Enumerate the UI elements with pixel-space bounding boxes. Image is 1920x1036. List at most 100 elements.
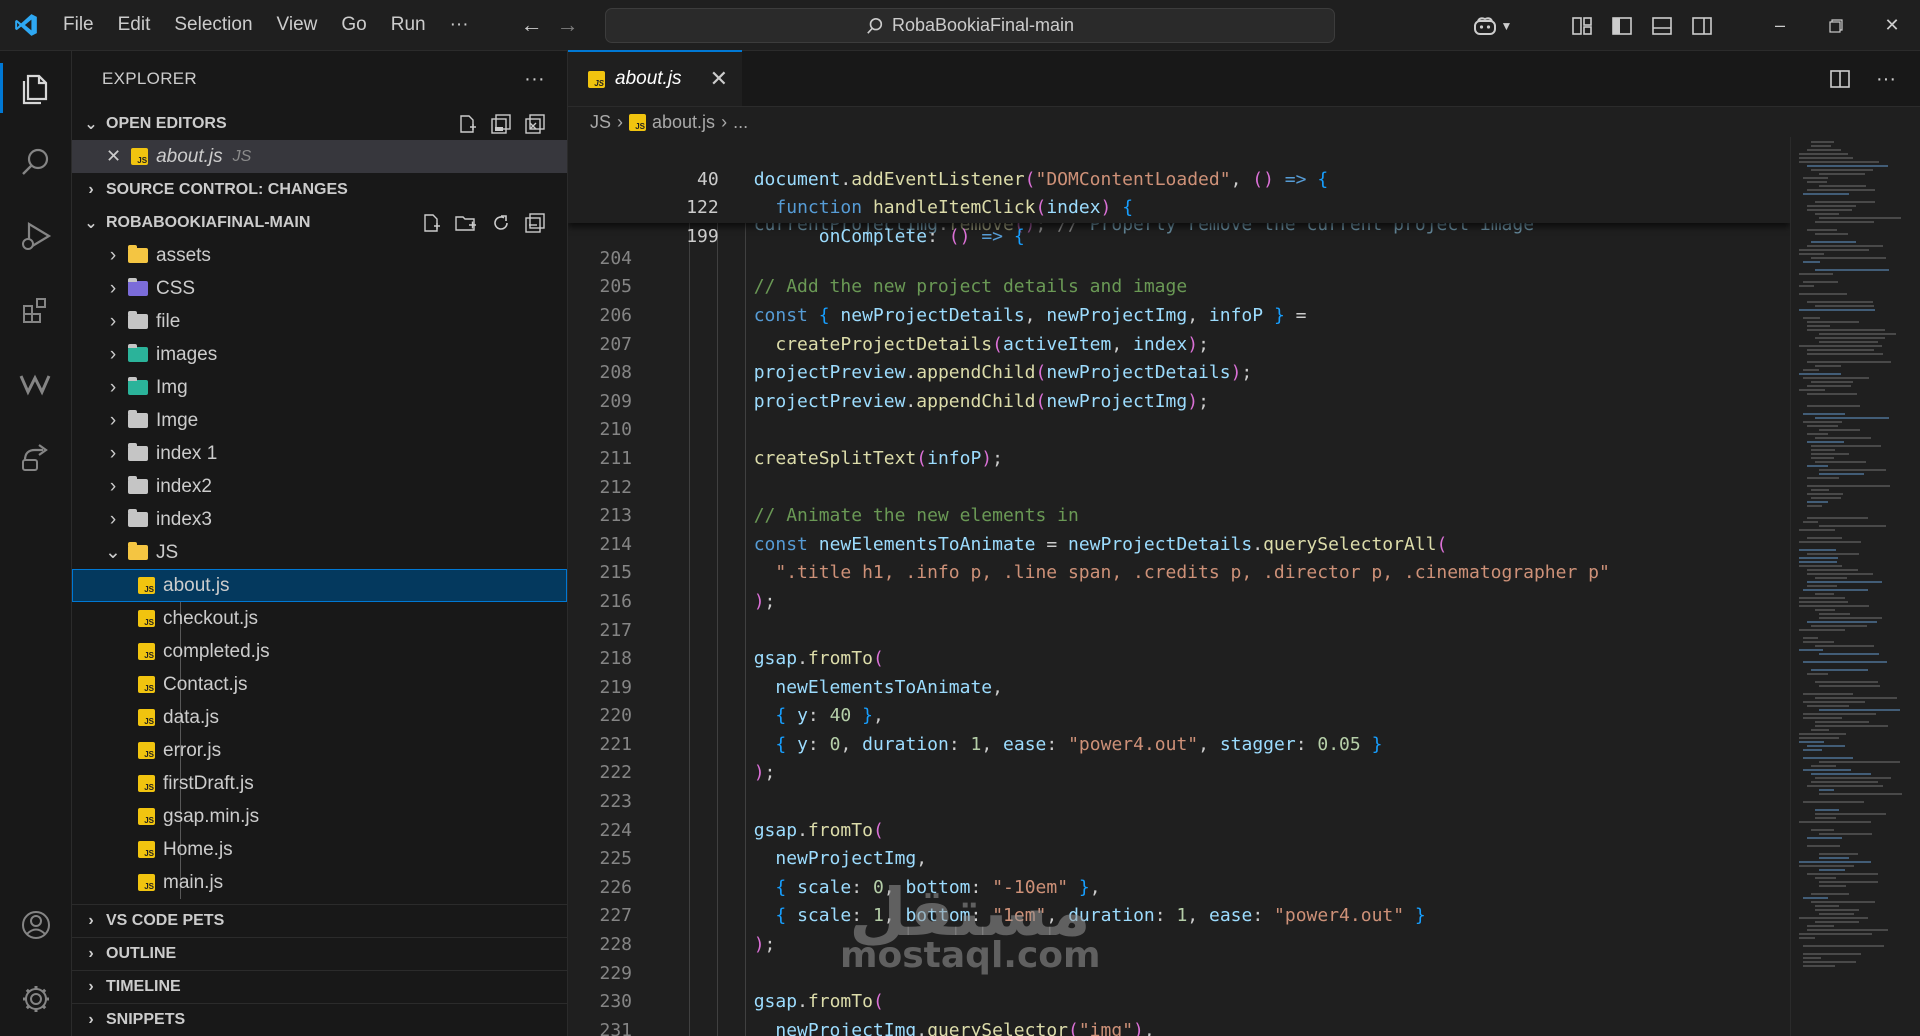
open-editor-item[interactable]: ✕ about.js JS bbox=[72, 140, 567, 173]
folder-file[interactable]: › file bbox=[72, 305, 567, 338]
code-line[interactable]: 231 newProjectImg.querySelector("img"), bbox=[568, 1017, 1790, 1036]
toggle-secondary-sidebar-icon[interactable] bbox=[1682, 0, 1722, 51]
new-untitled-file-icon[interactable] bbox=[457, 114, 477, 134]
menu-edit[interactable]: Edit bbox=[106, 8, 163, 42]
more-actions-icon[interactable]: ··· bbox=[1876, 68, 1896, 91]
outline-section[interactable]: › OUTLINE bbox=[72, 937, 567, 970]
file-completed-js[interactable]: completed.js bbox=[72, 635, 567, 668]
file-error-js[interactable]: error.js bbox=[72, 734, 567, 767]
code-line[interactable]: 214 const newElementsToAnimate = newProj… bbox=[568, 531, 1790, 560]
menu-go[interactable]: Go bbox=[329, 8, 378, 42]
split-editor-icon[interactable] bbox=[1830, 70, 1850, 88]
refresh-icon[interactable] bbox=[491, 213, 511, 233]
code-line[interactable]: 211 createSplitText(infoP); bbox=[568, 445, 1790, 474]
sticky-line[interactable]: 199 onComplete: () => { bbox=[568, 194, 1790, 247]
vertical-scrollbar[interactable] bbox=[1906, 137, 1920, 1036]
manage-gear-icon[interactable] bbox=[0, 962, 72, 1036]
code-line[interactable]: 229 bbox=[568, 960, 1790, 989]
collapse-all-icon[interactable] bbox=[525, 212, 545, 233]
folder-js[interactable]: ⌄ JS bbox=[72, 536, 567, 569]
code-line[interactable]: 213 // Animate the new elements in bbox=[568, 502, 1790, 531]
code-line[interactable]: 210 bbox=[568, 416, 1790, 445]
close-window-icon[interactable]: ✕ bbox=[1864, 0, 1920, 51]
breadcrumb-folder[interactable]: JS bbox=[590, 112, 611, 133]
close-all-editors-icon[interactable] bbox=[525, 113, 545, 134]
vscode-pets-section[interactable]: › VS CODE PETS bbox=[72, 904, 567, 937]
code-line[interactable]: 216 ); bbox=[568, 588, 1790, 617]
toggle-panel-icon[interactable] bbox=[1642, 0, 1682, 51]
sticky-line[interactable]: 40 document.addEventListener("DOMContentL… bbox=[568, 137, 1790, 190]
code-line[interactable]: 221 { y: 0, duration: 1, ease: "power4.o… bbox=[568, 731, 1790, 760]
menu-selection[interactable]: Selection bbox=[162, 8, 264, 42]
code-line[interactable]: 208 projectPreview.appendChild(newProjec… bbox=[568, 359, 1790, 388]
breadcrumb-more[interactable]: ... bbox=[733, 112, 748, 133]
code-line[interactable]: 215 ".title h1, .info p, .line span, .cr… bbox=[568, 559, 1790, 588]
command-center-search[interactable]: RobaBookiaFinal-main bbox=[605, 8, 1335, 43]
wallaby-icon[interactable] bbox=[0, 347, 72, 421]
file-main-js[interactable]: main.js bbox=[72, 866, 567, 899]
forward-arrow-icon[interactable]: → bbox=[557, 12, 579, 38]
code-line[interactable]: 207 createProjectDetails(activeItem, ind… bbox=[568, 331, 1790, 360]
code-line[interactable]: 219 newElementsToAnimate, bbox=[568, 674, 1790, 703]
timeline-section[interactable]: › TIMELINE bbox=[72, 970, 567, 1003]
file-gsap-min-js[interactable]: gsap.min.js bbox=[72, 800, 567, 833]
extensions-icon[interactable] bbox=[0, 273, 72, 347]
minimap[interactable] bbox=[1790, 137, 1920, 1036]
code-line[interactable]: 230 gsap.fromTo( bbox=[568, 988, 1790, 1017]
folder-index2[interactable]: › index2 bbox=[72, 470, 567, 503]
close-icon[interactable]: ✕ bbox=[106, 146, 121, 167]
file-checkout-js[interactable]: checkout.js bbox=[72, 602, 567, 635]
save-all-icon[interactable] bbox=[491, 113, 511, 134]
menu-file[interactable]: File bbox=[51, 8, 106, 42]
folder-img[interactable]: › Img bbox=[72, 371, 567, 404]
code-line[interactable]: 218 gsap.fromTo( bbox=[568, 645, 1790, 674]
folder-images[interactable]: › images bbox=[72, 338, 567, 371]
tab-about-js[interactable]: about.js ✕ bbox=[568, 50, 742, 106]
sticky-line[interactable]: 122 function handleItemClick(index) { bbox=[568, 166, 1790, 218]
breadcrumb-file[interactable]: about.js bbox=[652, 112, 715, 133]
folder-index3[interactable]: › index3 bbox=[72, 503, 567, 536]
code-line[interactable]: 222 ); bbox=[568, 759, 1790, 788]
source-control-section[interactable]: › SOURCE CONTROL: CHANGES bbox=[72, 173, 567, 206]
minimize-window-icon[interactable]: – bbox=[1752, 0, 1808, 51]
code-line[interactable]: 212 bbox=[568, 474, 1790, 503]
menu-run[interactable]: Run bbox=[379, 8, 438, 42]
code-line[interactable]: 228 ); bbox=[568, 931, 1790, 960]
code-line[interactable]: 205 // Add the new project details and i… bbox=[568, 273, 1790, 302]
project-section[interactable]: ⌄ ROBABOOKIAFINAL-MAIN bbox=[72, 206, 567, 239]
explorer-icon[interactable] bbox=[0, 51, 72, 125]
file-data-js[interactable]: data.js bbox=[72, 701, 567, 734]
new-folder-icon[interactable] bbox=[455, 213, 477, 233]
restore-window-icon[interactable] bbox=[1808, 0, 1864, 51]
menu-more[interactable]: ··· bbox=[438, 8, 481, 42]
code-line[interactable]: 209 projectPreview.appendChild(newProjec… bbox=[568, 388, 1790, 417]
code-line[interactable]: 206 const { newProjectDetails, newProjec… bbox=[568, 302, 1790, 331]
code-line[interactable]: 227 { scale: 1, bottom: "1em", duration:… bbox=[568, 902, 1790, 931]
code-line[interactable]: 220 { y: 40 }, bbox=[568, 702, 1790, 731]
accounts-icon[interactable] bbox=[0, 888, 72, 962]
code-line[interactable]: 224 gsap.fromTo( bbox=[568, 817, 1790, 846]
folder-imge[interactable]: › Imge bbox=[72, 404, 567, 437]
toggle-primary-sidebar-icon[interactable] bbox=[1602, 0, 1642, 51]
remote-explorer-icon[interactable] bbox=[0, 421, 72, 495]
file-firstdraft-js[interactable]: firstDraft.js bbox=[72, 767, 567, 800]
code-line[interactable]: 225 newProjectImg, bbox=[568, 845, 1790, 874]
customize-layout-icon[interactable] bbox=[1562, 0, 1602, 51]
run-and-debug-icon[interactable] bbox=[0, 199, 72, 273]
close-tab-icon[interactable]: ✕ bbox=[710, 66, 728, 92]
search-icon[interactable] bbox=[0, 125, 72, 199]
open-editors-section[interactable]: ⌄ OPEN EDITORS bbox=[72, 107, 567, 140]
file-contact-js[interactable]: Contact.js bbox=[72, 668, 567, 701]
code-line[interactable]: 226 { scale: 0, bottom: "-10em" }, bbox=[568, 874, 1790, 903]
snippets-section[interactable]: › SNIPPETS bbox=[72, 1003, 567, 1036]
new-file-icon[interactable] bbox=[421, 213, 441, 233]
code-line[interactable]: 223 bbox=[568, 788, 1790, 817]
file-about-js[interactable]: about.js bbox=[72, 569, 567, 602]
code-line[interactable]: 217 bbox=[568, 617, 1790, 646]
code-editor[interactable]: 40 document.addEventListener("DOMContentL… bbox=[568, 137, 1790, 1036]
menu-view[interactable]: View bbox=[265, 8, 330, 42]
file-home-js[interactable]: Home.js bbox=[72, 833, 567, 866]
folder-assets[interactable]: › assets bbox=[72, 239, 567, 272]
folder-css[interactable]: › CSS bbox=[72, 272, 567, 305]
folder-index1[interactable]: › index 1 bbox=[72, 437, 567, 470]
